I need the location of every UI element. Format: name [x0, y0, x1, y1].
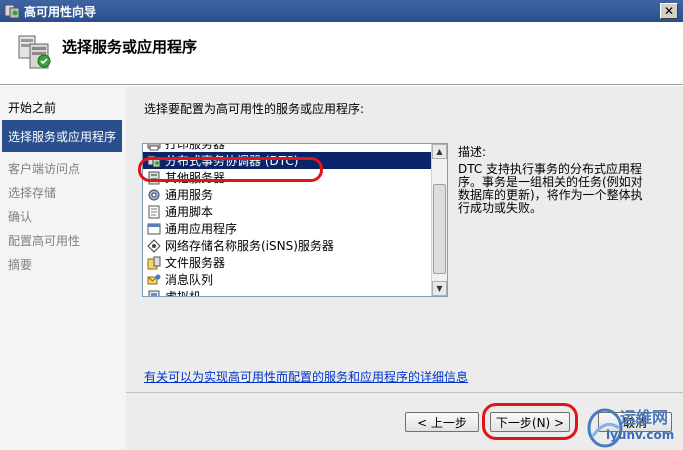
nav-step-select-service[interactable]: 选择服务或应用程序: [2, 120, 122, 152]
close-icon: ✕: [663, 4, 675, 18]
list-scrollbar[interactable]: ▲ ▼: [431, 144, 447, 296]
watermark-text: 运维网: [620, 408, 669, 427]
nav-step-select-storage: 选择存储: [8, 185, 57, 200]
list-item[interactable]: 虚拟机: [143, 288, 433, 297]
wizard-content: 选择要配置为高可用性的服务或应用程序: 打印服务器 分布式事务协调器 (DTC)…: [126, 86, 683, 450]
file-server-icon: [147, 256, 161, 269]
cluster-icon: [18, 35, 51, 69]
back-button[interactable]: < 上一步: [405, 412, 479, 432]
window-title: 高可用性向导: [24, 4, 97, 19]
button-divider: [126, 392, 683, 393]
server-icon: [148, 171, 160, 184]
virtual-machine-icon: [148, 290, 160, 296]
nav-step-summary: 摘要: [8, 257, 33, 272]
scroll-up-button[interactable]: ▲: [432, 144, 447, 159]
gear-icon: [148, 189, 160, 200]
list-item-label: 通用脚本: [165, 205, 214, 219]
scroll-down-button[interactable]: ▼: [432, 281, 447, 296]
list-item-label: 虚拟机: [165, 290, 202, 297]
page-title: 选择服务或应用程序: [62, 38, 198, 56]
list-item[interactable]: 文件服务器: [143, 254, 433, 271]
list-item[interactable]: 消息队列: [143, 271, 433, 288]
list-item-label: 消息队列: [165, 273, 214, 287]
description-label: 描述:: [458, 145, 487, 159]
close-button[interactable]: ✕: [660, 3, 678, 19]
next-button[interactable]: 下一步(N) >: [490, 412, 570, 432]
help-link[interactable]: 有关可以为实现高可用性而配置的服务和应用程序的详细信息: [144, 368, 468, 385]
message-queue-icon: [147, 274, 161, 284]
scroll-thumb[interactable]: [433, 184, 446, 274]
list-item-label: 文件服务器: [165, 256, 226, 270]
list-item[interactable]: 网络存储名称服务(iSNS)服务器: [143, 237, 433, 254]
wizard-header: 选择服务或应用程序: [0, 22, 683, 85]
printer-icon: [147, 144, 161, 150]
application-icon: [147, 223, 161, 234]
list-item[interactable]: 通用应用程序: [143, 220, 433, 237]
list-item-selected[interactable]: 分布式事务协调器 (DTC): [143, 152, 433, 169]
wizard-step-nav: 开始之前 选择服务或应用程序 客户端访问点 选择存储 确认 配置高可用性 摘要: [0, 86, 126, 450]
script-icon: [148, 205, 160, 218]
watermark-url: iyunv.com: [606, 428, 675, 442]
triangle-down-icon: ▼: [436, 284, 443, 293]
service-listbox[interactable]: 打印服务器 分布式事务协调器 (DTC) 其他服务器 通用服务 通用脚本 通用应…: [142, 143, 448, 297]
nav-step-before-you-begin[interactable]: 开始之前: [2, 96, 122, 118]
dtc-icon: [147, 155, 161, 167]
isns-icon: [147, 238, 161, 253]
nav-step-configure-ha: 配置高可用性: [8, 233, 81, 248]
wizard-app-icon: [4, 4, 20, 19]
triangle-up-icon: ▲: [436, 147, 443, 156]
list-item[interactable]: 通用脚本: [143, 203, 433, 220]
description-text: DTC 支持执行事务的分布式应用程序。事务是一组相关的任务(例如对数据库的更新)…: [458, 162, 643, 215]
list-item-label: 通用应用程序: [165, 222, 238, 236]
selection-prompt: 选择要配置为高可用性的服务或应用程序:: [144, 102, 365, 116]
list-item[interactable]: 通用服务: [143, 186, 433, 203]
list-item-label: 通用服务: [165, 188, 214, 202]
list-item[interactable]: 其他服务器: [143, 169, 433, 186]
nav-step-confirmation: 确认: [8, 209, 33, 224]
list-item-label: 其他服务器: [165, 171, 226, 185]
window-titlebar: 高可用性向导 ✕: [0, 0, 683, 22]
list-item-label: 网络存储名称服务(iSNS)服务器: [165, 239, 334, 253]
list-item[interactable]: 打印服务器: [143, 143, 433, 152]
list-item-label: 打印服务器: [165, 143, 226, 151]
nav-step-client-access-point: 客户端访问点: [8, 161, 81, 176]
list-item-label: 分布式事务协调器 (DTC): [165, 154, 299, 168]
